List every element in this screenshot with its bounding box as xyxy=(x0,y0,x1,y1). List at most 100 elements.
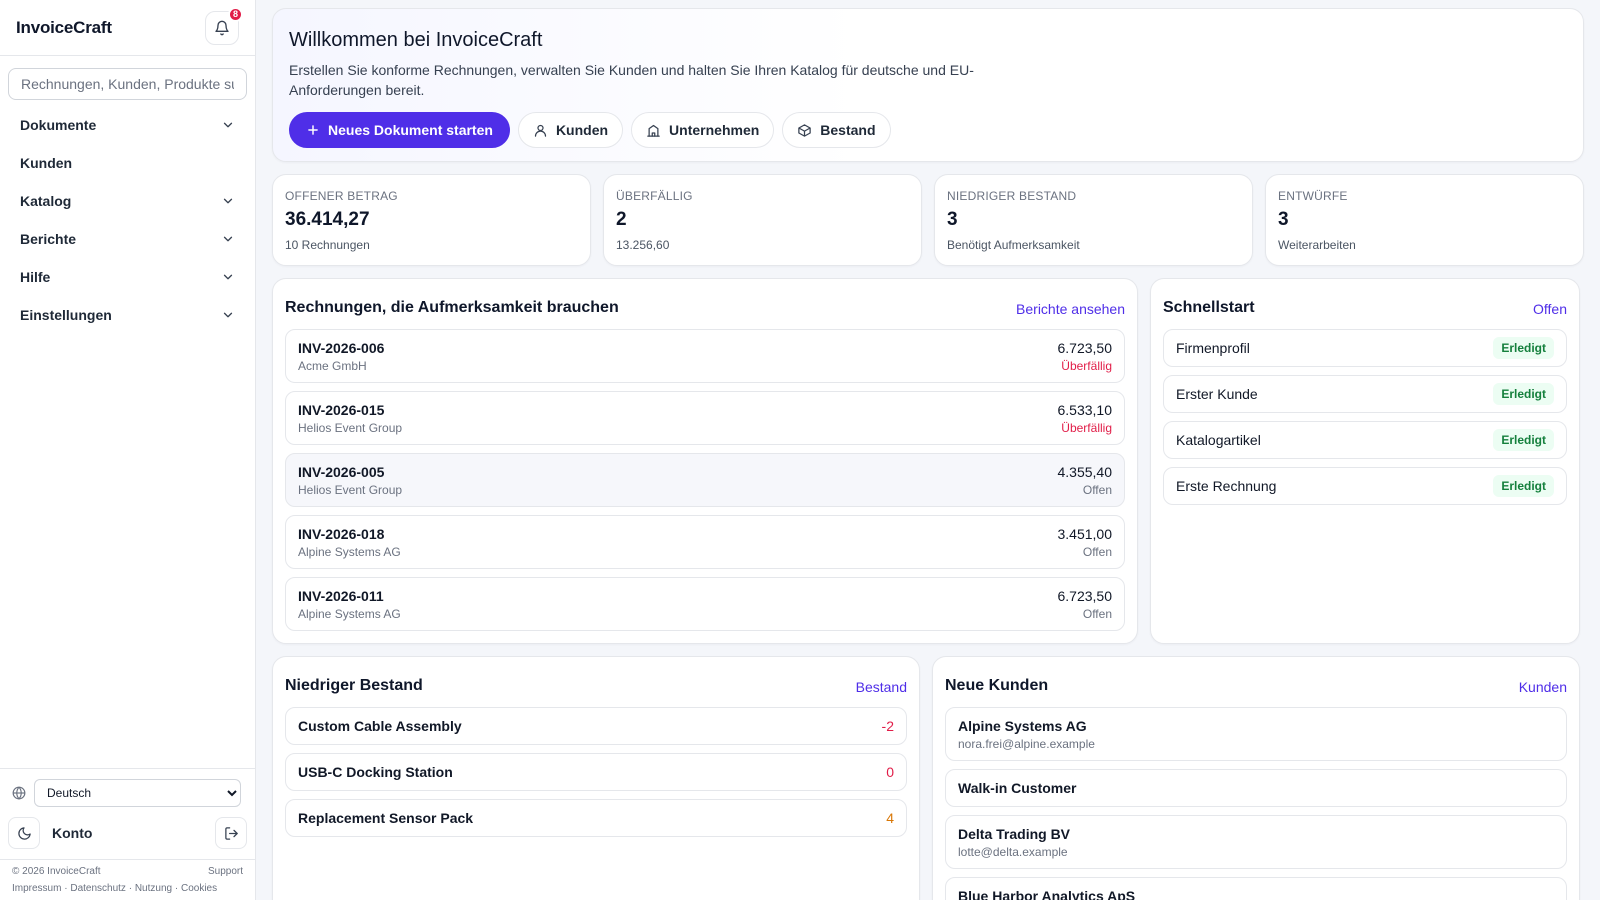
chevron-down-icon xyxy=(223,122,233,128)
brand-logo[interactable]: InvoiceCraft xyxy=(16,18,112,38)
invoice-customer: Alpine Systems AG xyxy=(298,544,401,559)
low-stock-panel: Niedriger Bestand Bestand Custom Cable A… xyxy=(272,656,920,900)
footer-link-cookies[interactable]: Cookies xyxy=(181,883,217,894)
sidebar-item-label: Einstellungen xyxy=(20,307,112,323)
invoice-amount: 3.451,00 xyxy=(1057,525,1113,542)
footer-link-datenschutz[interactable]: Datenschutz xyxy=(70,883,126,894)
box-icon xyxy=(798,123,812,137)
customer-row[interactable]: Delta Trading BV lotte@delta.example xyxy=(945,815,1567,869)
stock-row[interactable]: Replacement Sensor Pack 4 xyxy=(285,799,907,837)
chevron-down-icon xyxy=(223,236,233,242)
stat-label: Überfällig xyxy=(616,189,693,203)
notification-count-badge: 8 xyxy=(228,6,243,22)
new-document-button[interactable]: Neues Dokument starten xyxy=(289,112,510,148)
page-title: Willkommen bei InvoiceCraft xyxy=(289,29,543,51)
quickstart-item[interactable]: Firmenprofil Erledigt xyxy=(1163,329,1567,367)
logout-button[interactable] xyxy=(215,817,247,849)
welcome-hero: Willkommen bei InvoiceCraft Erstellen Si… xyxy=(272,8,1584,162)
building-icon xyxy=(647,124,660,137)
stock-row[interactable]: USB-C Docking Station 0 xyxy=(285,753,907,791)
invoice-row[interactable]: INV-2026-005 Helios Event Group 4.355,40 Of… xyxy=(285,453,1125,507)
customer-name: Delta Trading BV xyxy=(958,825,1071,842)
sidebar-item-label: Katalog xyxy=(20,193,72,209)
inventory-link[interactable]: Bestand xyxy=(856,679,907,695)
invoice-row[interactable]: INV-2026-015 Helios Event Group 6.533,10 Üb… xyxy=(285,391,1125,445)
invoice-status: Offen xyxy=(1082,482,1112,497)
stat-card[interactable]: Offener Betrag 36.414,27 10 Rechnungen xyxy=(272,174,591,266)
stat-subtext: Benötigt Aufmerksamkeit xyxy=(947,238,1080,252)
customer-row[interactable]: Alpine Systems AG nora.frei@alpine.exampl… xyxy=(945,707,1567,761)
sidebar-item-einstellungen[interactable]: Einstellungen xyxy=(8,296,247,334)
theme-toggle-button[interactable] xyxy=(8,817,40,849)
stat-value: 36.414,27 xyxy=(285,209,370,230)
stat-value: 3 xyxy=(1278,209,1289,230)
sidebar-item-hilfe[interactable]: Hilfe xyxy=(8,258,247,296)
view-reports-link[interactable]: Berichte ansehen xyxy=(1016,301,1125,317)
customer-email: lotte@delta.example xyxy=(958,844,1068,859)
invoice-number: INV-2026-005 xyxy=(298,463,385,480)
quickstart-item-label: Erster Kunde xyxy=(1176,386,1258,402)
brand-row: InvoiceCraft 8 xyxy=(0,0,255,56)
main-content: Willkommen bei InvoiceCraft Erstellen Si… xyxy=(256,0,1600,900)
support-link[interactable]: Support xyxy=(208,866,243,877)
stock-quantity: -2 xyxy=(881,718,894,734)
customer-name: Alpine Systems AG xyxy=(958,717,1087,734)
stat-card[interactable]: Entwürfe 3 Weiterarbeiten xyxy=(1265,174,1584,266)
stat-card[interactable]: Überfällig 2 13.256,60 xyxy=(603,174,922,266)
inventory-button-label: Bestand xyxy=(820,122,876,138)
quickstart-open-link[interactable]: Offen xyxy=(1533,301,1567,317)
sidebar: InvoiceCraft 8 Dokumente Kunden Katalog Ber… xyxy=(0,0,256,900)
customers-link[interactable]: Kunden xyxy=(1519,679,1567,695)
stat-subtext: Weiterarbeiten xyxy=(1278,238,1356,252)
invoice-amount: 6.533,10 xyxy=(1057,401,1113,418)
stock-row[interactable]: Custom Cable Assembly -2 xyxy=(285,707,907,745)
language-select[interactable]: Deutsch xyxy=(34,779,241,807)
quickstart-item[interactable]: Erster Kunde Erledigt xyxy=(1163,375,1567,413)
sidebar-item-kunden[interactable]: Kunden xyxy=(8,144,247,182)
stat-label: Niedriger Bestand xyxy=(947,189,1077,203)
customer-row[interactable]: Walk-in Customer xyxy=(945,769,1567,807)
status-badge: Erledigt xyxy=(1493,429,1554,451)
sidebar-item-katalog[interactable]: Katalog xyxy=(8,182,247,220)
invoice-customer: Alpine Systems AG xyxy=(298,606,401,621)
invoice-amount: 4.355,40 xyxy=(1057,463,1113,480)
notifications-button[interactable]: 8 xyxy=(205,6,243,45)
quickstart-item-label: Firmenprofil xyxy=(1176,340,1250,356)
sidebar-item-berichte[interactable]: Berichte xyxy=(8,220,247,258)
moon-icon xyxy=(17,826,31,840)
stock-item-name: Replacement Sensor Pack xyxy=(298,810,474,826)
company-button[interactable]: Unternehmen xyxy=(631,112,775,148)
quickstart-item[interactable]: Erste Rechnung Erledigt xyxy=(1163,467,1567,505)
stock-quantity: 4 xyxy=(886,810,894,826)
sidebar-item-label: Dokumente xyxy=(20,117,97,133)
customer-name: Blue Harbor Analytics ApS xyxy=(958,888,1136,900)
sidebar-nav: Dokumente Kunden Katalog Berichte Hilfe Einst… xyxy=(0,106,255,334)
invoice-row[interactable]: INV-2026-011 Alpine Systems AG 6.723,50 Off… xyxy=(285,577,1125,631)
invoice-row[interactable]: INV-2026-006 Acme GmbH 6.723,50 Überfällig xyxy=(285,329,1125,383)
invoice-customer: Acme GmbH xyxy=(298,358,367,373)
sidebar-item-label: Berichte xyxy=(20,231,77,247)
footer-link-nutzung[interactable]: Nutzung xyxy=(135,883,172,894)
invoice-amount: 6.723,50 xyxy=(1057,587,1113,604)
search-input[interactable] xyxy=(8,68,247,100)
sidebar-item-dokumente[interactable]: Dokumente xyxy=(8,106,247,144)
quickstart-item[interactable]: Katalogartikel Erledigt xyxy=(1163,421,1567,459)
plus-icon xyxy=(308,125,318,135)
chevron-down-icon xyxy=(223,274,233,280)
quickstart-panel: Schnellstart Offen Firmenprofil Erledigt E… xyxy=(1150,278,1580,644)
invoice-row[interactable]: INV-2026-018 Alpine Systems AG 3.451,00 Off… xyxy=(285,515,1125,569)
inventory-button[interactable]: Bestand xyxy=(782,112,891,148)
stock-item-name: Custom Cable Assembly xyxy=(298,718,462,734)
stat-value: 2 xyxy=(616,209,627,230)
customers-button[interactable]: Kunden xyxy=(517,112,624,148)
invoice-amount: 6.723,50 xyxy=(1057,339,1113,356)
stat-card[interactable]: Niedriger Bestand 3 Benötigt Aufmerksamkei… xyxy=(934,174,1253,266)
status-badge: Erledigt xyxy=(1493,337,1554,359)
customer-row[interactable]: Blue Harbor Analytics ApS xyxy=(945,877,1567,900)
customers-button-label: Kunden xyxy=(555,122,609,138)
footer-link-impressum[interactable]: Impressum xyxy=(12,883,61,894)
invoice-status: Überfällig xyxy=(1061,358,1112,373)
account-link[interactable]: Konto xyxy=(52,825,92,841)
chevron-down-icon xyxy=(223,312,233,318)
customer-name: Walk-in Customer xyxy=(958,780,1077,796)
